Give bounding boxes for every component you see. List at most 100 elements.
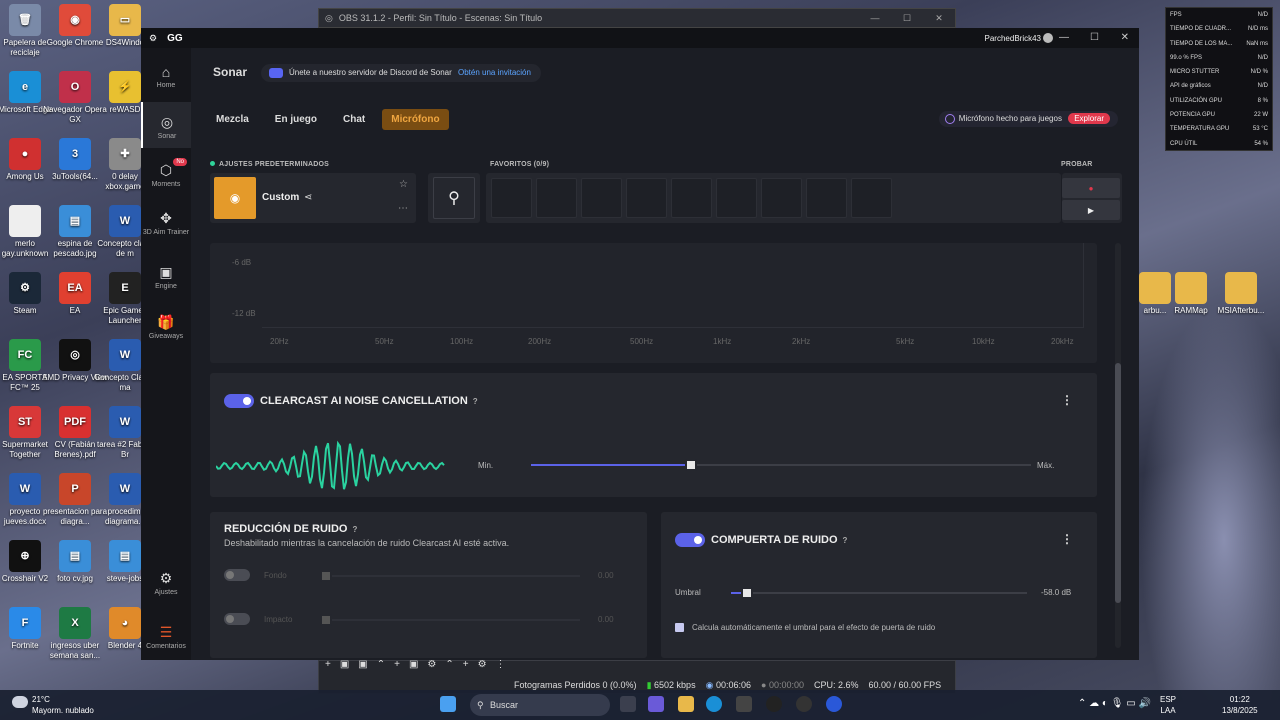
taskbar-search[interactable]: ⚲ Buscar — [470, 694, 610, 716]
favorite-slot[interactable] — [536, 178, 577, 218]
sidebar-item-label: 3D Aim Trainer — [142, 229, 190, 236]
noise-gate-panel: COMPUERTA DE RUIDO? ⋮ Umbral -58.0 dB Ca… — [661, 512, 1097, 658]
share-icon[interactable]: ⋖ — [304, 192, 312, 203]
favorite-slot[interactable] — [716, 178, 757, 218]
app-icon: P — [59, 473, 91, 505]
sidebar-item-sonar[interactable]: ◎ Sonar — [141, 102, 191, 148]
gg-titlebar[interactable]: ⚙ GG ParchedBrick43 — ☐ ✕ — [141, 28, 1139, 48]
minimize-icon[interactable]: — — [859, 13, 891, 23]
threshold-slider[interactable] — [731, 587, 1027, 599]
desktop-icon[interactable]: MSIAfterbu... — [1208, 272, 1274, 316]
steelseries-taskbar-icon[interactable] — [796, 696, 812, 712]
sidebar-item-settings[interactable]: ⚙ Ajustes — [141, 570, 191, 610]
start-icon[interactable] — [440, 696, 456, 712]
sidebar-item-feedback[interactable]: ☰ Comentarios — [141, 624, 191, 660]
scrollbar-thumb[interactable] — [1115, 363, 1121, 603]
background-noise-toggle[interactable] — [224, 569, 250, 581]
app-icon: E — [109, 272, 141, 304]
app-icon: ⊕ — [9, 540, 41, 572]
noise-reduction-title: REDUCCIÓN DE RUIDO? — [224, 523, 358, 535]
record-test-button[interactable]: ● — [1062, 178, 1120, 198]
favorite-slot[interactable] — [626, 178, 667, 218]
more-icon[interactable]: ⋯ — [398, 203, 408, 214]
noise-gate-menu-icon[interactable]: ⋮ — [1061, 532, 1073, 546]
tab-mezcla[interactable]: Mezcla — [207, 109, 258, 130]
play-test-button[interactable]: ▶ — [1062, 200, 1120, 220]
favorites-label: FAVORITOS (0/9) — [490, 161, 550, 168]
sidebar-item-engine[interactable]: ▣ Engine — [141, 264, 191, 304]
slider-thumb[interactable] — [320, 614, 332, 626]
slider-thumb[interactable] — [741, 587, 753, 599]
task-view-icon[interactable] — [620, 696, 636, 712]
maximize-icon[interactable]: ☐ — [1090, 32, 1099, 43]
equalizer-graph[interactable]: -6 dB -12 dB 20Hz 50Hz 100Hz 200Hz 500Hz 1kHz… — [210, 243, 1097, 363]
tab-microfono[interactable]: Micrófono — [382, 109, 449, 130]
impact-slider[interactable] — [320, 614, 580, 626]
minimize-icon[interactable]: — — [1059, 32, 1069, 43]
file-explorer-icon[interactable] — [678, 696, 694, 712]
app-icon: F — [9, 607, 41, 639]
favorite-slot[interactable] — [491, 178, 532, 218]
app-icon: ◉ — [59, 4, 91, 36]
username[interactable]: ParchedBrick43 — [985, 34, 1041, 43]
noise-gate-title: COMPUERTA DE RUIDO? — [711, 534, 848, 546]
preset-selector[interactable]: ◉ Custom ⋖ ☆ ⋯ — [210, 173, 416, 223]
favorite-slot[interactable] — [851, 178, 892, 218]
help-icon[interactable]: ? — [843, 536, 848, 545]
discord-banner[interactable]: Únete a nuestro servidor de Discord de S… — [261, 64, 541, 82]
favorite-slot[interactable] — [671, 178, 712, 218]
discord-invite-link[interactable]: Obtén una invitación — [458, 68, 531, 77]
slider-thumb[interactable] — [320, 570, 332, 582]
explore-button[interactable]: Explorar — [1068, 113, 1110, 124]
search-icon: ⚲ — [477, 700, 484, 710]
sidebar-item-aim-trainer[interactable]: ✥ 3D Aim Trainer — [141, 210, 191, 250]
favorite-slot[interactable] — [806, 178, 847, 218]
tray-icons[interactable]: ⌃ ☁ ◐ 🎙 ▭ 🔊 — [1078, 698, 1151, 709]
threshold-label: Umbral — [675, 588, 701, 597]
app-icon: ▤ — [109, 540, 141, 572]
scrollbar[interactable] — [1115, 243, 1121, 648]
avatar[interactable] — [1043, 33, 1053, 43]
copilot-icon[interactable] — [648, 696, 664, 712]
obs-titlebar[interactable]: ◎ OBS 31.1.2 - Perfil: Sin Título - Esce… — [318, 8, 956, 28]
maximize-icon[interactable]: ☐ — [891, 13, 923, 24]
clearcast-slider[interactable] — [531, 459, 1031, 471]
store-icon[interactable] — [736, 696, 752, 712]
slider-thumb[interactable] — [685, 459, 697, 471]
auto-threshold-checkbox[interactable] — [675, 623, 684, 632]
app-icon: ⚙ — [9, 272, 41, 304]
impact-noise-toggle[interactable] — [224, 613, 250, 625]
obs-taskbar-icon[interactable] — [766, 696, 782, 712]
star-icon[interactable]: ☆ — [399, 179, 408, 190]
msi-value: N/D — [1257, 54, 1268, 61]
noise-gate-toggle[interactable] — [675, 533, 705, 547]
sidebar-item-giveaways[interactable]: 🎁 Giveaways — [141, 314, 191, 354]
folder-icon — [1175, 272, 1207, 304]
eq-x-label: 100Hz — [450, 337, 474, 346]
help-icon[interactable]: ? — [352, 525, 357, 534]
favorite-slot[interactable] — [761, 178, 802, 218]
clock[interactable]: 01:22 13/8/2025 — [1222, 694, 1258, 716]
language-indicator[interactable]: ESP LAA — [1160, 694, 1176, 716]
help-icon[interactable]: ? — [473, 397, 478, 406]
weather-widget[interactable]: 21°C Mayorm. nublado — [10, 694, 94, 716]
ea-taskbar-icon[interactable] — [826, 696, 842, 712]
favorite-slot[interactable] — [581, 178, 622, 218]
sidebar-item-moments[interactable]: No ⬡ Moments — [141, 158, 191, 202]
app-icon: O — [59, 71, 91, 103]
close-icon[interactable]: ✕ — [923, 13, 955, 24]
clearcast-toggle[interactable] — [224, 394, 254, 408]
background-slider[interactable] — [320, 570, 580, 582]
mic-promo[interactable]: Micrófono hecho para juegos Explorar — [938, 111, 1118, 127]
obs-icon: ◎ — [325, 12, 333, 23]
clearcast-menu-icon[interactable]: ⋮ — [1061, 393, 1073, 407]
close-icon[interactable]: ✕ — [1121, 32, 1129, 43]
noise-reduction-panel: REDUCCIÓN DE RUIDO? Deshabilitado mientr… — [210, 512, 647, 658]
tab-chat[interactable]: Chat — [334, 109, 374, 130]
preset-icon: ◉ — [214, 177, 256, 219]
preset-search[interactable]: ⚲ — [428, 173, 480, 223]
edge-icon[interactable] — [706, 696, 722, 712]
sidebar-item-home[interactable]: ⌂ Home — [141, 62, 191, 102]
obs-toolbar-icons[interactable]: +▣▣⌃+▣⚙⌃+⚙⋮ — [325, 659, 515, 670]
tab-en-juego[interactable]: En juego — [266, 109, 326, 130]
